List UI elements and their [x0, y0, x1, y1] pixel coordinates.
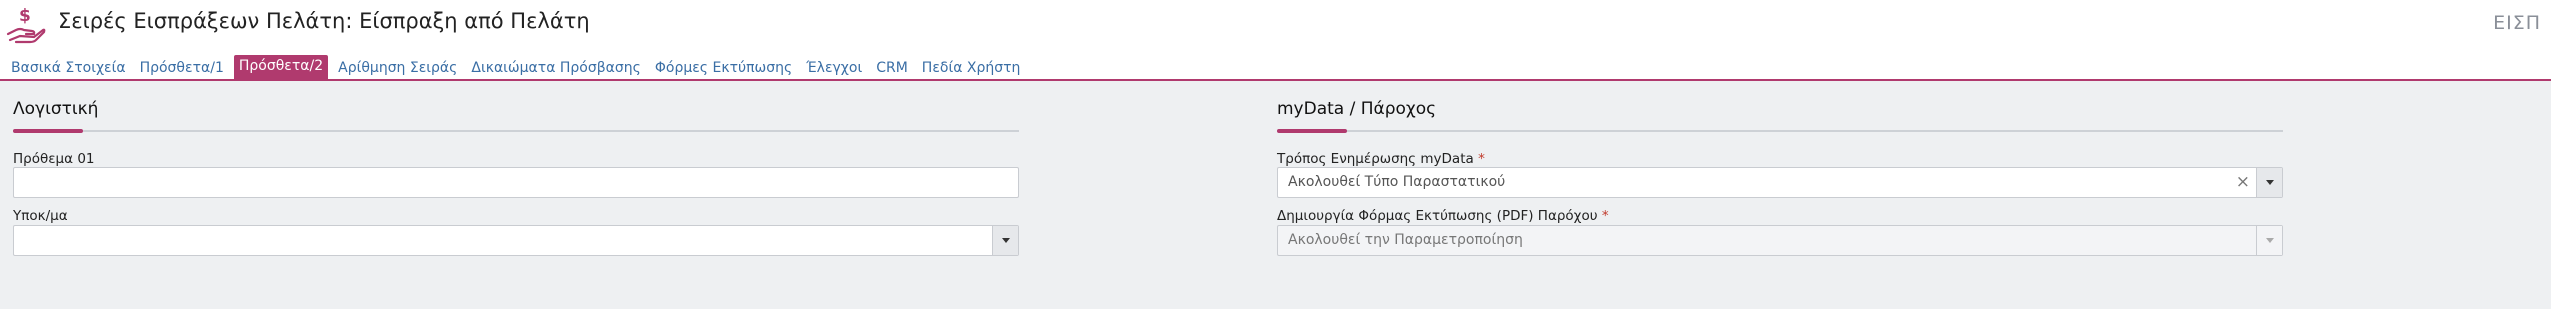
required-marker: *	[1478, 151, 1485, 167]
chevron-down-icon	[2265, 238, 2274, 243]
ypokm-dropdown-button[interactable]	[992, 226, 1018, 255]
tabs-container: Βασικά Στοιχεία Πρόσθετα/1 Πρόσθετα/2 Αρ…	[7, 55, 1030, 80]
mydata-mode-select[interactable]: Ακολουθεί Τύπο Παραστατικού ×	[1277, 167, 2283, 198]
pdf-form-label-text: Δημιουργία Φόρμας Εκτύπωσης (PDF) Παρόχο…	[1277, 208, 1598, 224]
tab-access-rights[interactable]: Δικαιώματα Πρόσβασης	[467, 57, 644, 79]
prothema-01-label: Πρόθεμα 01	[13, 151, 95, 167]
svg-text:$: $	[19, 6, 31, 26]
page-title: Σειρές Εισπράξεων Πελάτη: Είσπραξη από Π…	[58, 9, 590, 33]
tab-extra-2[interactable]: Πρόσθετα/2	[233, 55, 329, 80]
tab-extra-1[interactable]: Πρόσθετα/1	[136, 57, 228, 79]
ypokm-label: Υποκ/μα	[13, 208, 68, 224]
tab-crm[interactable]: CRM	[872, 57, 912, 79]
tab-series-numbering[interactable]: Αρίθμηση Σειράς	[334, 57, 461, 79]
pdf-form-select: Ακολουθεί την Παραμετροποίηση	[1277, 225, 2283, 256]
ypokm-select[interactable]	[13, 225, 1019, 256]
tab-print-forms[interactable]: Φόρμες Εκτύπωσης	[651, 57, 796, 79]
pdf-form-label: Δημιουργία Φόρμας Εκτύπωσης (PDF) Παρόχο…	[1277, 208, 1609, 224]
pdf-form-value: Ακολουθεί την Παραμετροποίηση	[1288, 232, 1523, 248]
clear-icon[interactable]: ×	[2236, 172, 2250, 192]
required-marker: *	[1601, 208, 1609, 224]
accounting-section-accent	[13, 129, 83, 133]
mydata-section-accent	[1277, 129, 1347, 133]
mydata-mode-label-text: Τρόπος Ενημέρωσης myData	[1277, 151, 1474, 167]
tab-user-fields[interactable]: Πεδία Χρήστη	[918, 57, 1025, 79]
accounting-section-title: Λογιστική	[13, 99, 99, 119]
chevron-down-icon	[1001, 238, 1010, 243]
tab-basic-info[interactable]: Βασικά Στοιχεία	[7, 57, 130, 79]
mydata-mode-dropdown-button[interactable]	[2256, 168, 2282, 197]
accounting-section-rule	[13, 130, 1019, 132]
tab-checks[interactable]: Έλεγχοι	[802, 57, 866, 79]
mydata-mode-value: Ακολουθεί Τύπο Παραστατικού	[1288, 174, 1506, 190]
tab-bar: Βασικά Στοιχεία Πρόσθετα/1 Πρόσθετα/2 Αρ…	[0, 50, 2551, 81]
series-code: ΕΙΣΠ	[2493, 12, 2541, 34]
mydata-section-title: myData / Πάροχος	[1277, 99, 1437, 119]
mydata-mode-label: Τρόπος Ενημέρωσης myData *	[1277, 151, 1485, 167]
mydata-section-rule	[1277, 130, 2283, 132]
prothema-01-input[interactable]	[13, 167, 1019, 198]
chevron-down-icon	[2265, 180, 2274, 185]
hand-money-icon: $	[6, 6, 46, 44]
pdf-form-dropdown-button	[2256, 226, 2282, 255]
page-header: $ Σειρές Εισπράξεων Πελάτη: Είσπραξη από…	[0, 0, 2551, 50]
